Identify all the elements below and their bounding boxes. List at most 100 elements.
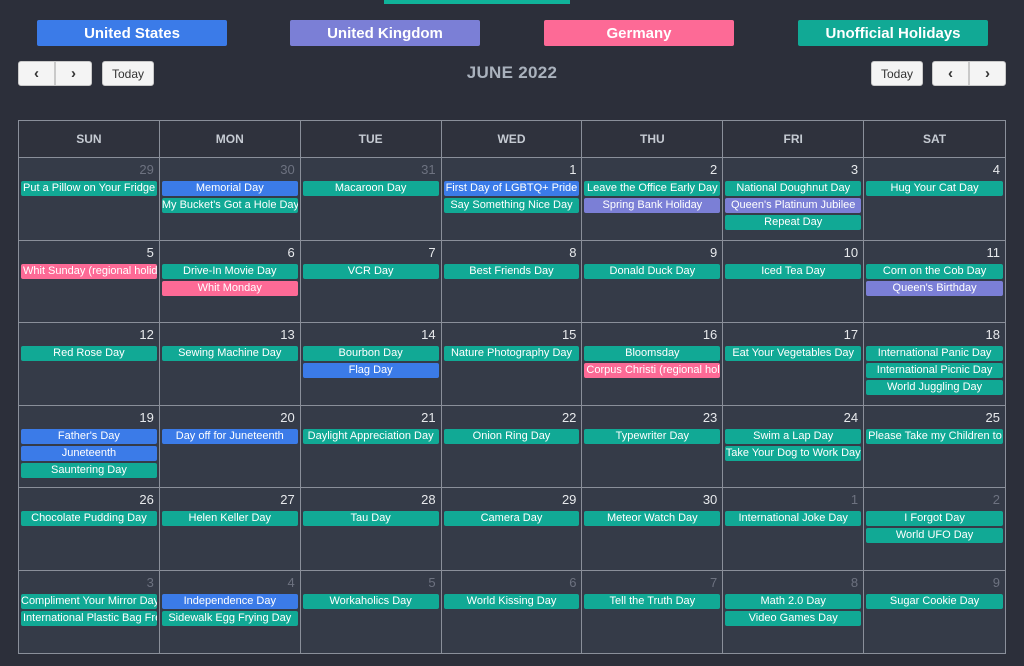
- day-cell[interactable]: 23 Typewriter Day: [582, 405, 724, 488]
- event-item[interactable]: Typewriter Day: [584, 428, 721, 444]
- day-cell[interactable]: 5 Workaholics Day: [300, 570, 442, 653]
- event-item[interactable]: Whit Monday: [161, 280, 298, 296]
- day-number[interactable]: 30: [703, 492, 717, 507]
- event-item[interactable]: Chocolate Pudding Day: [21, 511, 157, 526]
- event-item[interactable]: Hug Your Cat Day: [866, 181, 1003, 196]
- day-number[interactable]: 3: [147, 575, 154, 590]
- event-item[interactable]: Helen Keller Day: [161, 511, 298, 526]
- day-cell[interactable]: 24 Swim a Lap Day Take Your Dog to Work Da…: [723, 405, 865, 488]
- prev-month-button-right[interactable]: ‹: [932, 61, 969, 86]
- day-number[interactable]: 25: [986, 410, 1000, 425]
- day-cell[interactable]: 20 Day off for Juneteenth: [159, 405, 301, 488]
- day-cell[interactable]: 26 Chocolate Pudding Day: [19, 488, 160, 571]
- day-cell[interactable]: 4 Hug Your Cat Day: [864, 158, 1005, 241]
- day-cell[interactable]: 5 Whit Sunday (regional holiday): [19, 240, 160, 323]
- day-cell[interactable]: 30 Memorial Day My Bucket's Got a Hole Day: [159, 158, 301, 241]
- legend-germany-button[interactable]: Germany: [544, 20, 734, 46]
- day-cell[interactable]: 17 Eat Your Vegetables Day: [723, 323, 865, 406]
- day-number[interactable]: 2: [993, 492, 1000, 507]
- day-number[interactable]: 2: [710, 162, 717, 177]
- day-cell[interactable]: 28 Tau Day: [300, 488, 442, 571]
- legend-united-kingdom-button[interactable]: United Kingdom: [290, 20, 480, 46]
- day-number[interactable]: 8: [851, 575, 858, 590]
- event-item[interactable]: Camera Day: [443, 511, 580, 526]
- day-number[interactable]: 5: [147, 245, 154, 260]
- day-cell[interactable]: 21 Daylight Appreciation Day: [300, 405, 442, 488]
- day-number[interactable]: 7: [710, 575, 717, 590]
- day-number[interactable]: 14: [421, 327, 435, 342]
- day-cell[interactable]: 8 Best Friends Day: [441, 240, 583, 323]
- day-cell[interactable]: 16 Bloomsday Corpus Christi (regional holi…: [582, 323, 724, 406]
- event-item[interactable]: World UFO Day: [866, 528, 1003, 543]
- day-cell[interactable]: 3 National Doughnut Day Queen's Platinum J…: [723, 158, 865, 241]
- day-cell[interactable]: 11 Corn on the Cob Day Queen's Birthday: [864, 240, 1005, 323]
- day-number[interactable]: 28: [421, 492, 435, 507]
- day-number[interactable]: 29: [562, 492, 576, 507]
- event-item[interactable]: Corn on the Cob Day: [866, 263, 1003, 279]
- event-item[interactable]: Put a Pillow on Your Fridge Day: [21, 181, 157, 196]
- event-item[interactable]: Donald Duck Day: [584, 263, 721, 279]
- day-number[interactable]: 1: [569, 162, 576, 177]
- day-number[interactable]: 16: [703, 327, 717, 342]
- day-cell[interactable]: 6 Drive-In Movie Day Whit Monday: [159, 240, 301, 323]
- event-item[interactable]: Bloomsday: [584, 346, 721, 361]
- event-item[interactable]: Please Take my Children to Work Day: [866, 428, 1003, 444]
- day-number[interactable]: 12: [139, 327, 153, 342]
- event-item[interactable]: Meteor Watch Day: [584, 511, 721, 526]
- day-cell[interactable]: 19 Father's Day Juneteenth Sauntering Day: [19, 405, 160, 488]
- event-item[interactable]: Onion Ring Day: [443, 428, 580, 444]
- event-item[interactable]: Daylight Appreciation Day: [302, 428, 439, 444]
- day-cell[interactable]: 9 Donald Duck Day: [582, 240, 724, 323]
- day-number[interactable]: 10: [844, 245, 858, 260]
- day-number[interactable]: 27: [280, 492, 294, 507]
- event-item[interactable]: Say Something Nice Day: [443, 198, 580, 213]
- day-number[interactable]: 31: [421, 162, 435, 177]
- day-cell[interactable]: 14 Bourbon Day Flag Day: [300, 323, 442, 406]
- day-number[interactable]: 23: [703, 410, 717, 425]
- event-item[interactable]: Nature Photography Day: [443, 346, 580, 361]
- next-month-button-right[interactable]: ›: [969, 61, 1006, 86]
- day-number[interactable]: 21: [421, 410, 435, 425]
- event-item[interactable]: Repeat Day: [725, 215, 862, 230]
- day-number[interactable]: 9: [710, 245, 717, 260]
- day-number[interactable]: 6: [287, 245, 294, 260]
- day-cell[interactable]: 30 Meteor Watch Day: [582, 488, 724, 571]
- event-item[interactable]: Sewing Machine Day: [161, 346, 298, 361]
- event-item[interactable]: Best Friends Day: [443, 263, 580, 279]
- event-item[interactable]: Tau Day: [302, 511, 439, 526]
- day-cell[interactable]: 7 Tell the Truth Day: [582, 570, 724, 653]
- day-cell[interactable]: 25 Please Take my Children to Work Day: [864, 405, 1005, 488]
- day-number[interactable]: 26: [139, 492, 153, 507]
- event-item[interactable]: Sugar Cookie Day: [866, 593, 1003, 609]
- day-number[interactable]: 24: [844, 410, 858, 425]
- day-number[interactable]: 29: [139, 162, 153, 177]
- event-item[interactable]: I Forgot Day: [866, 511, 1003, 526]
- event-item[interactable]: Memorial Day: [161, 181, 298, 196]
- event-item[interactable]: Swim a Lap Day: [725, 428, 862, 444]
- event-item[interactable]: Queen's Birthday: [866, 280, 1003, 296]
- event-item[interactable]: Take Your Dog to Work Day: [725, 445, 862, 461]
- day-number[interactable]: 17: [844, 327, 858, 342]
- day-cell[interactable]: 12 Red Rose Day: [19, 323, 160, 406]
- day-cell[interactable]: 9 Sugar Cookie Day: [864, 570, 1005, 653]
- event-item[interactable]: Spring Bank Holiday: [584, 198, 721, 213]
- day-number[interactable]: 18: [986, 327, 1000, 342]
- day-cell[interactable]: 1 First Day of LGBTQ+ Pride Month Say Some…: [441, 158, 583, 241]
- day-cell[interactable]: 1 International Joke Day: [723, 488, 865, 571]
- day-cell[interactable]: 2 I Forgot Day World UFO Day: [864, 488, 1005, 571]
- event-item[interactable]: Video Games Day: [725, 610, 862, 626]
- day-cell[interactable]: 7 VCR Day: [300, 240, 442, 323]
- legend-unofficial-holidays-button[interactable]: Unofficial Holidays: [798, 20, 988, 46]
- legend-united-states-button[interactable]: United States: [37, 20, 227, 46]
- event-item[interactable]: International Picnic Day: [866, 363, 1003, 378]
- event-item[interactable]: Flag Day: [302, 363, 439, 378]
- event-item[interactable]: Father's Day: [21, 428, 157, 444]
- event-item[interactable]: Sidewalk Egg Frying Day: [161, 610, 298, 626]
- event-item[interactable]: International Joke Day: [725, 511, 862, 526]
- day-number[interactable]: 22: [562, 410, 576, 425]
- event-item[interactable]: Bourbon Day: [302, 346, 439, 361]
- day-number[interactable]: 8: [569, 245, 576, 260]
- day-number[interactable]: 6: [569, 575, 576, 590]
- event-item[interactable]: First Day of LGBTQ+ Pride Month: [443, 181, 580, 196]
- day-cell[interactable]: 4 Independence Day Sidewalk Egg Frying Day: [159, 570, 301, 653]
